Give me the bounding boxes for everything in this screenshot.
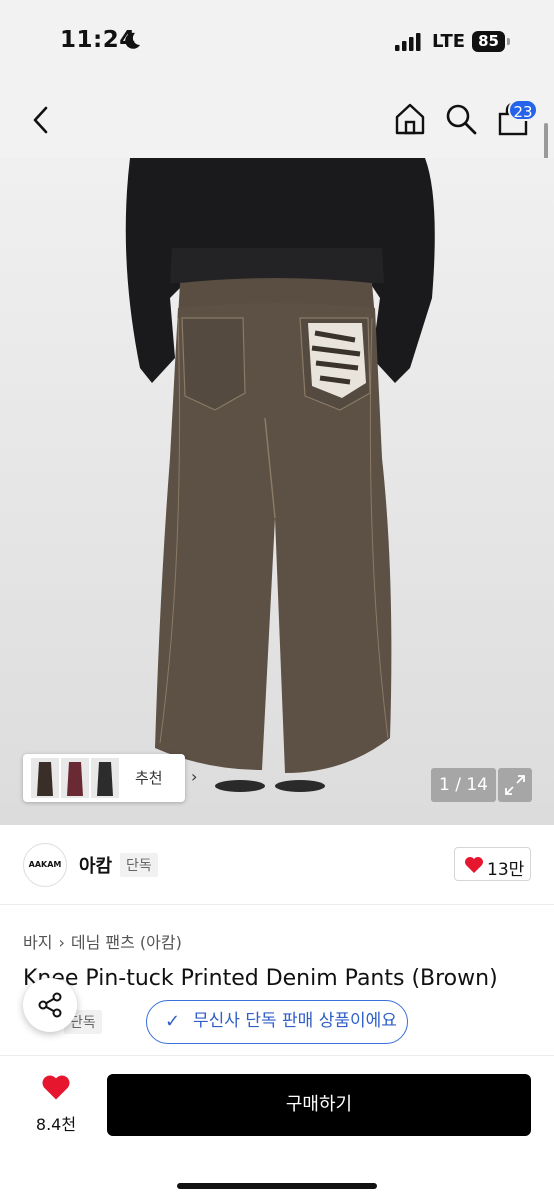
buy-button[interactable]: 구매하기 xyxy=(107,1074,531,1136)
signal-icon xyxy=(395,33,421,51)
recommendation-thumbnails[interactable]: 추천 › xyxy=(23,754,197,802)
notice-text: 무신사 단독 판매 상품이에요 xyxy=(193,1011,397,1031)
nav-bar: 23 xyxy=(0,84,554,158)
bottom-action-bar: 8.4천 구매하기 xyxy=(0,1055,554,1200)
image-page-counter: 1 / 14 xyxy=(431,768,496,802)
search-icon[interactable] xyxy=(443,101,479,137)
product-image-gallery[interactable]: 추천 › 1 / 14 xyxy=(0,158,554,825)
moon-icon xyxy=(125,32,140,49)
breadcrumb-item[interactable]: 데님 팬츠 (아캄) xyxy=(71,933,182,952)
exclusive-notice-tooltip[interactable]: ✓ 무신사 단독 판매 상품이에요 xyxy=(146,1000,408,1044)
brand-logo[interactable]: AAKAM xyxy=(23,843,67,887)
breadcrumb-item[interactable]: 바지 xyxy=(23,933,52,952)
brand-exclusive-badge: 단독 xyxy=(120,853,158,877)
product-photo xyxy=(125,158,435,792)
carrier-label: LTE xyxy=(432,31,466,52)
share-button[interactable] xyxy=(23,978,77,1032)
wishlist-button[interactable]: 8.4천 xyxy=(23,1074,89,1138)
brand-name[interactable]: 아캄 xyxy=(79,852,112,878)
back-icon[interactable] xyxy=(26,102,56,138)
thumbnail-label: 추천 xyxy=(135,769,163,787)
brand-like-count: 13만 xyxy=(487,860,525,880)
thumbnail-image xyxy=(91,758,119,798)
home-icon[interactable] xyxy=(391,100,429,138)
share-icon xyxy=(38,992,62,1018)
chevron-right-icon: › xyxy=(191,767,198,786)
chevron-right-icon: › xyxy=(58,933,65,952)
thumbnail-image xyxy=(31,758,59,798)
heart-icon xyxy=(465,857,483,873)
product-title: Knee Pin-tuck Printed Denim Pants (Brown… xyxy=(23,966,498,991)
battery-icon: 85 xyxy=(472,31,510,53)
check-icon: ✓ xyxy=(165,1011,181,1032)
brand-like-button[interactable]: 13만 xyxy=(454,847,531,881)
expand-icon[interactable] xyxy=(498,768,532,802)
thumbnail-image xyxy=(61,758,89,798)
wishlist-count: 8.4천 xyxy=(35,1115,77,1134)
heart-icon xyxy=(42,1075,70,1100)
battery-level: 85 xyxy=(472,31,505,52)
home-indicator[interactable] xyxy=(177,1183,377,1189)
status-bar: 11:24 LTE 85 xyxy=(0,0,554,84)
cart-count-badge: 23 xyxy=(508,99,538,121)
breadcrumb: 바지 › 데님 팬츠 (아캄) xyxy=(23,929,188,953)
brand-row: AAKAM 아캄 단독 13만 xyxy=(0,825,554,905)
